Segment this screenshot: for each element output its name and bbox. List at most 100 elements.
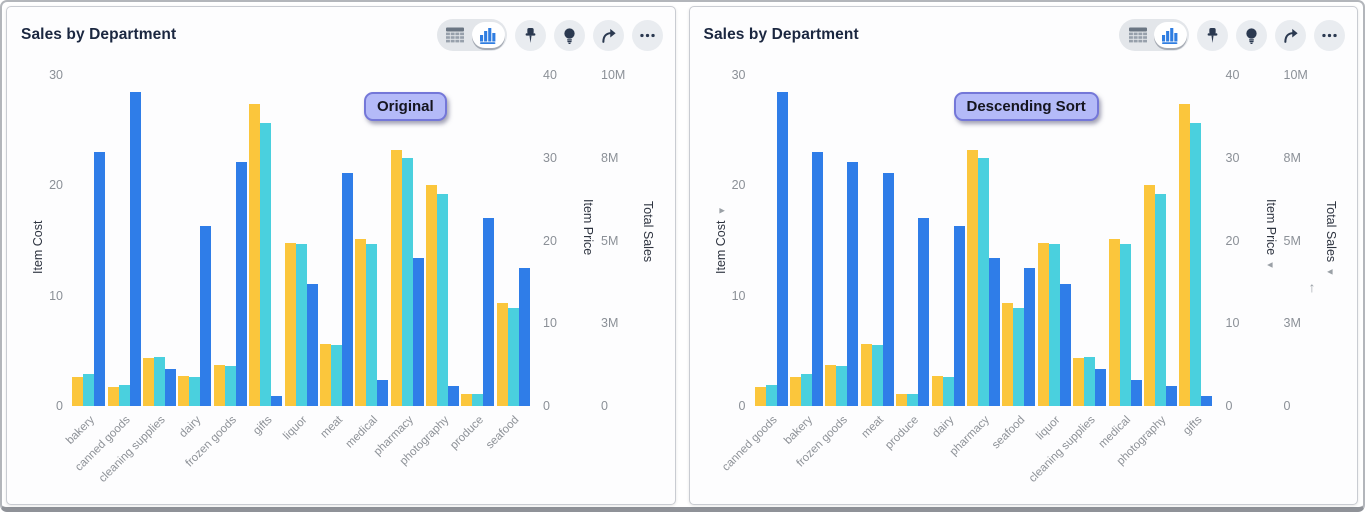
more-options-button[interactable]	[632, 20, 663, 51]
bar-total-sales[interactable]	[1190, 123, 1201, 406]
bar-total-sales[interactable]	[943, 377, 954, 406]
bar-item-price[interactable]	[178, 376, 189, 406]
bar-total-sales[interactable]	[1120, 244, 1131, 406]
bar-total-sales[interactable]	[402, 158, 413, 406]
bar-total-sales[interactable]	[978, 158, 989, 406]
table-view-button[interactable]	[1121, 22, 1154, 48]
pin-button[interactable]	[1197, 20, 1228, 51]
bar-item-cost[interactable]	[165, 369, 176, 407]
bar-item-cost[interactable]	[448, 386, 459, 406]
bar-total-sales[interactable]	[83, 374, 94, 406]
bar-total-sales[interactable]	[766, 385, 777, 406]
bar-item-price[interactable]	[497, 303, 508, 406]
bar-item-price[interactable]	[355, 239, 366, 406]
bar-item-price[interactable]	[1002, 303, 1013, 406]
bar-group	[319, 75, 354, 406]
share-button[interactable]	[1275, 20, 1306, 51]
bar-item-cost[interactable]	[847, 162, 858, 406]
bar-item-price[interactable]	[143, 358, 154, 406]
x-axis-labels: canned goodsbakeryfrozen goodsmeatproduc…	[754, 406, 1214, 505]
bar-total-sales[interactable]	[225, 366, 236, 406]
share-button[interactable]	[593, 20, 624, 51]
bar-item-cost[interactable]	[918, 218, 929, 406]
bar-item-price[interactable]	[285, 243, 296, 406]
bar-group	[895, 75, 930, 406]
bar-total-sales[interactable]	[437, 194, 448, 406]
bar-total-sales[interactable]	[1049, 244, 1060, 406]
chart-view-button[interactable]	[1154, 22, 1187, 48]
bar-total-sales[interactable]	[872, 345, 883, 406]
bar-total-sales[interactable]	[296, 244, 307, 406]
bar-item-cost[interactable]	[483, 218, 494, 406]
bar-total-sales[interactable]	[154, 357, 165, 406]
bar-item-price[interactable]	[790, 377, 801, 406]
bar-item-price[interactable]	[755, 387, 766, 406]
bar-item-cost[interactable]	[1024, 268, 1035, 406]
bar-item-cost[interactable]	[307, 284, 318, 407]
bar-item-cost[interactable]	[130, 92, 141, 406]
bar-item-price[interactable]	[249, 104, 260, 406]
x-axis-category-label: canned goods	[720, 414, 780, 474]
bar-item-price[interactable]	[967, 150, 978, 407]
bar-group	[1178, 75, 1213, 406]
bar-item-cost[interactable]	[989, 258, 1000, 406]
x-axis-category-label: dairy	[177, 414, 203, 440]
bar-item-price[interactable]	[861, 344, 872, 406]
bar-item-price[interactable]	[1179, 104, 1190, 406]
bar-item-cost[interactable]	[954, 226, 965, 406]
bar-item-cost[interactable]	[200, 226, 211, 406]
bar-total-sales[interactable]	[907, 394, 918, 406]
bar-item-cost[interactable]	[1095, 369, 1106, 407]
bar-total-sales[interactable]	[119, 385, 130, 406]
bar-total-sales[interactable]	[366, 244, 377, 406]
bar-item-cost[interactable]	[812, 152, 823, 406]
bar-item-price[interactable]	[108, 387, 119, 406]
chart-view-button[interactable]	[472, 22, 505, 48]
bar-item-cost[interactable]	[1201, 396, 1212, 406]
bar-total-sales[interactable]	[1155, 194, 1166, 406]
bar-item-cost[interactable]	[94, 152, 105, 406]
bar-item-price[interactable]	[1073, 358, 1084, 406]
bar-total-sales[interactable]	[801, 374, 812, 406]
bar-total-sales[interactable]	[1013, 308, 1024, 406]
bar-item-cost[interactable]	[413, 258, 424, 406]
bar-item-price[interactable]	[1038, 243, 1049, 406]
table-view-button[interactable]	[439, 22, 472, 48]
bar-total-sales[interactable]	[331, 345, 342, 406]
bar-item-cost[interactable]	[1166, 386, 1177, 406]
bar-total-sales[interactable]	[836, 366, 847, 406]
bar-item-price[interactable]	[1109, 239, 1120, 406]
bar-item-cost[interactable]	[519, 268, 530, 406]
bar-item-cost[interactable]	[777, 92, 788, 406]
pin-button[interactable]	[515, 20, 546, 51]
bar-item-price[interactable]	[320, 344, 331, 406]
bar-item-price[interactable]	[1144, 185, 1155, 406]
table-icon	[445, 26, 465, 44]
bar-item-price[interactable]	[461, 394, 472, 406]
insights-bulb-button[interactable]	[1236, 20, 1267, 51]
bar-total-sales[interactable]	[260, 123, 271, 406]
bar-total-sales[interactable]	[1084, 357, 1095, 406]
bar-item-cost[interactable]	[1131, 380, 1142, 407]
bar-total-sales[interactable]	[189, 377, 200, 406]
x-axis-category-label: gifts	[1181, 414, 1204, 437]
insights-bulb-button[interactable]	[554, 20, 585, 51]
more-options-button[interactable]	[1314, 20, 1345, 51]
bar-item-cost[interactable]	[883, 173, 894, 406]
bar-item-price[interactable]	[214, 365, 225, 406]
bar-item-price[interactable]	[391, 150, 402, 407]
bar-item-price[interactable]	[896, 394, 907, 406]
bar-item-price[interactable]	[932, 376, 943, 406]
bar-item-cost[interactable]	[1060, 284, 1071, 407]
bar-total-sales[interactable]	[508, 308, 519, 406]
sort-arrow-icon: ▾	[1264, 262, 1276, 268]
bar-item-price[interactable]	[426, 185, 437, 406]
bar-item-cost[interactable]	[377, 380, 388, 407]
bar-item-cost[interactable]	[271, 396, 282, 406]
bar-item-price[interactable]	[72, 377, 83, 406]
axis-tick: 10	[1226, 315, 1240, 331]
bar-item-cost[interactable]	[236, 162, 247, 406]
bar-item-price[interactable]	[825, 365, 836, 406]
bar-item-cost[interactable]	[342, 173, 353, 406]
bar-total-sales[interactable]	[472, 394, 483, 406]
